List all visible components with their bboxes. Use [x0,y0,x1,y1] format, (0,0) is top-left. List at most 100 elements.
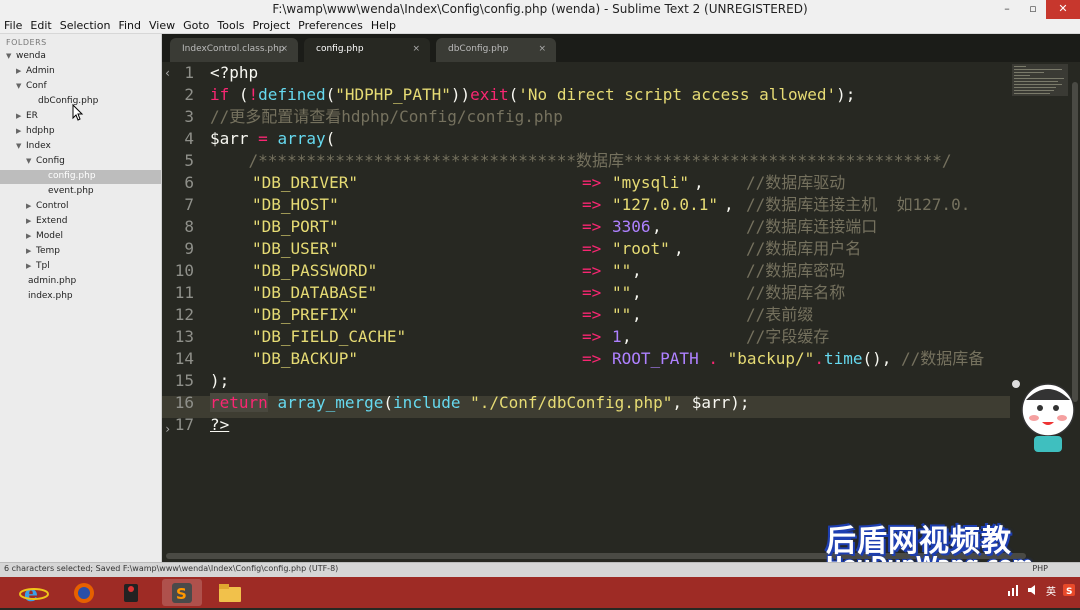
code-token: ! [248,85,259,104]
line-number: 11 [174,283,194,302]
tree-item-conf[interactable]: ▼ Conf [16,79,47,94]
code-token: ?> [210,415,230,434]
tree-item-label: admin.php [28,276,77,286]
minimap[interactable] [1010,62,1070,550]
code-token: exit [470,85,509,104]
chevron-right-icon: ▶ [16,112,22,120]
code-token: $arr [210,129,249,148]
chevron-right-icon: ▶ [16,127,22,135]
tree-item-model[interactable]: ▶ Model [26,229,63,244]
title-bar: F:\wamp\www\wenda\Index\Config\config.ph… [0,0,1080,19]
tree-item-admin-php[interactable]: admin.php [28,274,76,289]
vertical-scrollbar[interactable] [1070,62,1080,550]
tree-item-er[interactable]: ▶ ER [16,109,38,124]
syntax-indicator[interactable]: PHP [1032,564,1048,573]
tree-item-tpl[interactable]: ▶ Tpl [26,259,50,274]
menu-preferences[interactable]: Preferences [294,19,367,33]
code-token: if [210,85,230,104]
tab-indexcontrol[interactable]: IndexControl.class.php × [170,38,298,62]
tree-item-event-php[interactable]: event.php [48,184,94,199]
tree-item-config[interactable]: ▼ Config [26,154,65,169]
code-token: array [277,129,326,148]
tree-item-index-php[interactable]: index.php [28,289,73,304]
mouse-cursor-icon [72,104,84,121]
code-token: "DB_BACKUP" [252,349,358,368]
taskbar-sublime[interactable]: S [162,579,202,606]
code-line-3: //更多配置请查看hdphp/Config/config.php [210,106,563,128]
code-token: $arr [691,393,731,412]
close-tab-icon[interactable]: × [412,44,420,54]
taskbar-firefox[interactable] [64,579,104,606]
folders-header: FOLDERS [6,38,47,47]
tree-item-extend[interactable]: ▶ Extend [26,214,68,229]
tree-item-index[interactable]: ▼ Index [16,139,51,154]
screen-recorder-icon [124,584,138,602]
code-token: "" [612,261,632,280]
line-number: 6 [184,173,194,192]
code-token: ( [325,129,336,148]
menu-edit[interactable]: Edit [26,19,55,33]
input-method-indicator[interactable]: 英 [1046,583,1056,598]
close-tab-icon[interactable]: × [538,44,546,54]
close-tab-icon[interactable]: × [280,44,288,54]
minimap-line [1014,87,1056,88]
system-tray: 英 S [1006,583,1076,598]
line-number: 3 [184,107,194,126]
tree-item-label: Index [26,141,51,151]
menu-bar: File Edit Selection Find View Goto Tools… [0,19,1080,34]
code-token: //表前缀 [746,305,814,324]
code-token: "" [612,305,632,324]
taskbar-recorder[interactable] [112,579,152,606]
code-token: return [210,393,268,412]
network-icon[interactable] [1006,583,1020,597]
code-token: "DB_PASSWORD" [252,261,378,280]
code-token: //数据库用户名 [746,239,862,258]
code-token: "HDPHP_PATH" [335,85,451,104]
menu-find[interactable]: Find [114,19,145,33]
tree-item-temp[interactable]: ▶ Temp [26,244,60,259]
code-token: //数据库连接主机 如127.0. [746,195,971,214]
tree-item-admin[interactable]: ▶ Admin [16,64,55,79]
menu-goto[interactable]: Goto [179,19,213,33]
code-line-17: ?> [210,414,229,436]
line-number: 8 [184,217,194,236]
line-number: 12 [174,305,194,324]
firefox-icon [74,583,94,603]
tree-item-label: hdphp [26,126,55,136]
tab-dbconfig-php[interactable]: dbConfig.php × [436,38,556,62]
tree-item-wenda[interactable]: ▼ wenda [6,49,46,64]
line-number: 4 [184,129,194,148]
code-editor[interactable]: ‹ › 1 2 3 4 5 6 7 8 9 10 11 12 13 14 15 … [162,62,1010,550]
minimap-line [1014,90,1054,91]
code-line-1: <?php [210,62,258,84]
tab-config-php[interactable]: config.php × [304,38,430,62]
menu-selection[interactable]: Selection [56,19,115,33]
menu-project[interactable]: Project [249,19,295,33]
chevron-right-icon: ▶ [26,217,32,225]
tree-item-label: Model [36,231,64,241]
tree-item-hdphp[interactable]: ▶ hdphp [16,124,55,139]
taskbar-ie[interactable]: e [14,579,54,607]
menu-view[interactable]: View [145,19,179,33]
scroll-thumb[interactable] [1072,82,1078,402]
minimize-button[interactable]: – [994,0,1020,19]
code-token: "DB_FIELD_CACHE" [252,327,407,346]
tree-item-dbconfig[interactable]: dbConfig.php [38,94,98,109]
code-token: => [582,349,602,368]
maximize-button[interactable]: ▫ [1020,0,1046,19]
code-token: = [248,129,278,148]
taskbar-explorer[interactable] [210,579,250,606]
line-gutter: ‹ › 1 2 3 4 5 6 7 8 9 10 11 12 13 14 15 … [162,62,204,550]
code-token: "DB_DATABASE" [252,283,378,302]
tree-item-config-php[interactable]: config.php [48,169,96,184]
line-number: 9 [184,239,194,258]
svg-text:S: S [176,585,187,603]
tree-item-control[interactable]: ▶ Control [26,199,69,214]
close-button[interactable]: ✕ [1046,0,1080,19]
volume-icon[interactable] [1026,583,1040,597]
menu-help[interactable]: Help [367,19,400,33]
menu-file[interactable]: File [0,19,26,33]
tree-item-label: Control [36,201,69,211]
menu-tools[interactable]: Tools [213,19,248,33]
ime-s-icon[interactable]: S [1062,583,1076,597]
